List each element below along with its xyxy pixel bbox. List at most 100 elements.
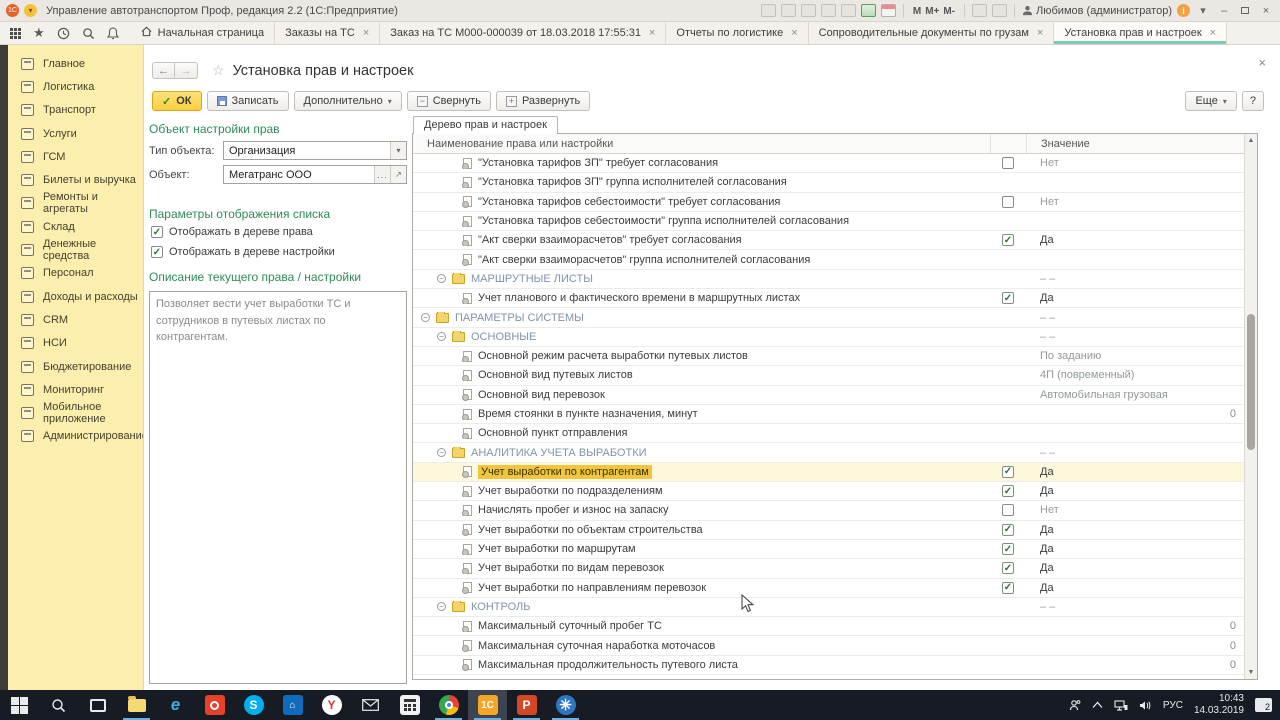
tree-row[interactable]: Учет выработки по контрагентам ✓ Да xyxy=(413,462,1244,483)
clock[interactable]: 10:43 14.03.2019 xyxy=(1194,693,1244,718)
tab[interactable]: Начальная страница xyxy=(131,22,276,44)
collapse-node-icon[interactable]: − xyxy=(437,448,446,458)
additional-menu-button[interactable]: Дополнительно ▾ xyxy=(293,91,402,111)
language-indicator[interactable]: РУС xyxy=(1163,700,1183,711)
column-name-header[interactable]: Наименование права или настройки xyxy=(413,138,990,150)
row-checkbox[interactable]: ✓ xyxy=(1002,581,1014,594)
table-header[interactable]: Наименование права или настройки Значени… xyxy=(413,134,1244,154)
minimize-button[interactable]: – xyxy=(1216,3,1232,19)
sidebar-item[interactable]: Главное xyxy=(8,52,143,75)
tree-row[interactable]: − МАРШРУТНЫЕ ЛИСТЫ – – xyxy=(413,270,1244,290)
sidebar-item[interactable]: ГСМ xyxy=(8,145,143,168)
tab-close-icon[interactable]: × xyxy=(363,27,369,39)
vertical-scrollbar[interactable]: ▲ ▼ xyxy=(1244,134,1257,679)
tree-row[interactable]: Учет выработки по маршрутам ✓ Да xyxy=(413,540,1244,560)
tree-row[interactable]: "Установка тарифов ЗП" группа исполнител… xyxy=(413,173,1244,193)
row-checkbox[interactable]: ✓ xyxy=(1002,465,1014,478)
tree-row[interactable]: Максимальный суточный пробег ТС 0 xyxy=(413,617,1244,637)
search-icon[interactable] xyxy=(82,27,95,40)
sidebar-item[interactable]: Склад xyxy=(8,215,143,238)
print-preview-icon[interactable] xyxy=(800,4,816,17)
tab-close-icon[interactable]: × xyxy=(791,27,797,39)
checkbox-checked-icon[interactable]: ✓ xyxy=(151,246,163,258)
object-field[interactable]: Мегатранс ООО ... ↗ xyxy=(223,165,407,184)
tab[interactable]: Заказ на ТС М000-000039 от 18.03.2018 17… xyxy=(380,22,667,44)
chevron-up-icon[interactable] xyxy=(1092,701,1103,709)
chrome-icon[interactable] xyxy=(429,690,468,720)
main-menu-dropdown-icon[interactable]: ▾ xyxy=(24,4,37,17)
yandex-browser-icon[interactable]: Y xyxy=(312,690,351,720)
tree-row[interactable]: Максимальная продолжительность путевого … xyxy=(413,656,1244,676)
history-icon[interactable] xyxy=(57,27,70,40)
column-checkbox-header[interactable] xyxy=(990,134,1026,153)
app-menu-icon[interactable] xyxy=(10,27,21,39)
sidebar-item[interactable]: Доходы и расходы xyxy=(8,285,143,308)
people-icon[interactable] xyxy=(1069,699,1081,711)
calculator-icon[interactable] xyxy=(390,690,429,720)
snowflake-app-icon[interactable]: ✳ xyxy=(546,690,585,720)
row-checkbox[interactable]: ✓ xyxy=(1002,485,1014,498)
row-checkbox[interactable]: ✓ xyxy=(1002,292,1014,305)
collapse-node-icon[interactable]: − xyxy=(437,602,446,612)
tree-row[interactable]: − ПАРАМЕТРЫ СИСТЕМЫ – – xyxy=(413,308,1244,328)
org-structure-icon[interactable] xyxy=(820,4,836,17)
tab-close-icon[interactable]: × xyxy=(1210,27,1216,39)
tree-row[interactable]: Основной вид перевозок Автомобильная груз… xyxy=(413,386,1244,405)
print-icon[interactable] xyxy=(780,4,796,17)
tree-row[interactable]: "Установка тарифов себестоимости" группа… xyxy=(413,212,1244,232)
sidebar-item[interactable]: Бюджетирование xyxy=(8,355,143,378)
tree-row[interactable]: Учет выработки по направлениям перевозок… xyxy=(413,579,1244,598)
object-type-select[interactable]: Организация ▾ xyxy=(223,141,407,160)
tab-close-icon[interactable]: × xyxy=(649,27,655,39)
tab[interactable]: Установка прав и настроек × xyxy=(1054,22,1228,44)
tree-row[interactable]: "Установка тарифов себестоимости" требуе… xyxy=(413,193,1244,212)
more-button[interactable]: Еще ▾ xyxy=(1185,91,1237,111)
current-user[interactable]: Любимов (администратор) xyxy=(1022,5,1172,17)
help-button[interactable]: ? xyxy=(1241,91,1264,111)
sidebar-item[interactable]: Мобильное приложение xyxy=(8,401,143,425)
tab-close-icon[interactable]: × xyxy=(1037,27,1043,39)
favorite-star-icon[interactable]: ☆ xyxy=(212,62,225,79)
tree-row[interactable]: "Установка тарифов ЗП" требует согласова… xyxy=(413,154,1244,174)
sidebar-item[interactable]: Билеты и выручка xyxy=(8,168,143,191)
sidebar-item[interactable]: Ремонты и агрегаты xyxy=(8,191,143,215)
tree-row[interactable]: "Акт сверки взаиморасчетов" требует согл… xyxy=(413,231,1244,251)
show-settings-checkbox[interactable]: ✓ Отображать в дереве настройки xyxy=(151,246,407,258)
save-button[interactable]: Записать xyxy=(206,91,289,111)
tree-row[interactable]: Начислять пробег и износ на запаску Нет xyxy=(413,501,1244,521)
file-explorer-icon[interactable] xyxy=(117,690,156,720)
restore-button[interactable] xyxy=(1237,3,1253,19)
tree-row[interactable]: Максимальная суточная наработка моточасо… xyxy=(413,636,1244,656)
sidebar-item[interactable]: Мониторинг xyxy=(8,378,143,401)
tree-row[interactable]: Учет планового и фактического времени в … xyxy=(413,289,1244,309)
red-circle-app-icon[interactable] xyxy=(195,690,234,720)
row-checkbox[interactable]: ✓ xyxy=(1002,234,1014,247)
sidebar-item[interactable]: Транспорт xyxy=(8,99,143,122)
store-icon[interactable]: ⌂ xyxy=(273,690,312,720)
info-icon[interactable]: i xyxy=(1177,4,1190,17)
show-rights-checkbox[interactable]: ✓ Отображать в дереве права xyxy=(151,226,407,238)
tree-row[interactable]: Учет выработки по объектам строительства… xyxy=(413,521,1244,540)
start-button[interactable] xyxy=(0,690,39,720)
save-icon[interactable] xyxy=(760,4,776,17)
task-view-button[interactable] xyxy=(78,690,117,720)
collapse-node-icon[interactable]: − xyxy=(437,274,446,284)
tab[interactable]: Сопроводительные документы по грузам × xyxy=(809,22,1055,44)
notifications-bell-icon[interactable] xyxy=(106,26,119,40)
network-icon[interactable] xyxy=(1114,699,1128,711)
tree-row[interactable]: − ОСНОВНЫЕ – – xyxy=(413,328,1244,347)
scroll-up-icon[interactable]: ▲ xyxy=(1245,134,1257,147)
tree-tab[interactable]: Дерево прав и настроек xyxy=(413,116,558,134)
collapse-node-icon[interactable]: − xyxy=(437,332,446,342)
collapse-ribbon-icon[interactable]: ▾ xyxy=(1195,3,1211,19)
dropdown-arrow-icon[interactable]: ▾ xyxy=(390,142,406,159)
tree-row[interactable]: Основной вид путевых листов 4П (повременн… xyxy=(413,366,1244,386)
expand-tree-button[interactable]: + Развернуть xyxy=(495,91,591,111)
row-checkbox[interactable]: ✓ xyxy=(1002,543,1014,556)
form-close-icon[interactable]: × xyxy=(1258,55,1266,70)
row-checkbox[interactable] xyxy=(1002,157,1014,170)
choose-button[interactable]: ... xyxy=(374,166,390,183)
nav-forward-button[interactable]: → xyxy=(175,62,198,79)
scrollbar-thumb[interactable] xyxy=(1247,313,1255,451)
send-icon[interactable] xyxy=(840,4,856,17)
